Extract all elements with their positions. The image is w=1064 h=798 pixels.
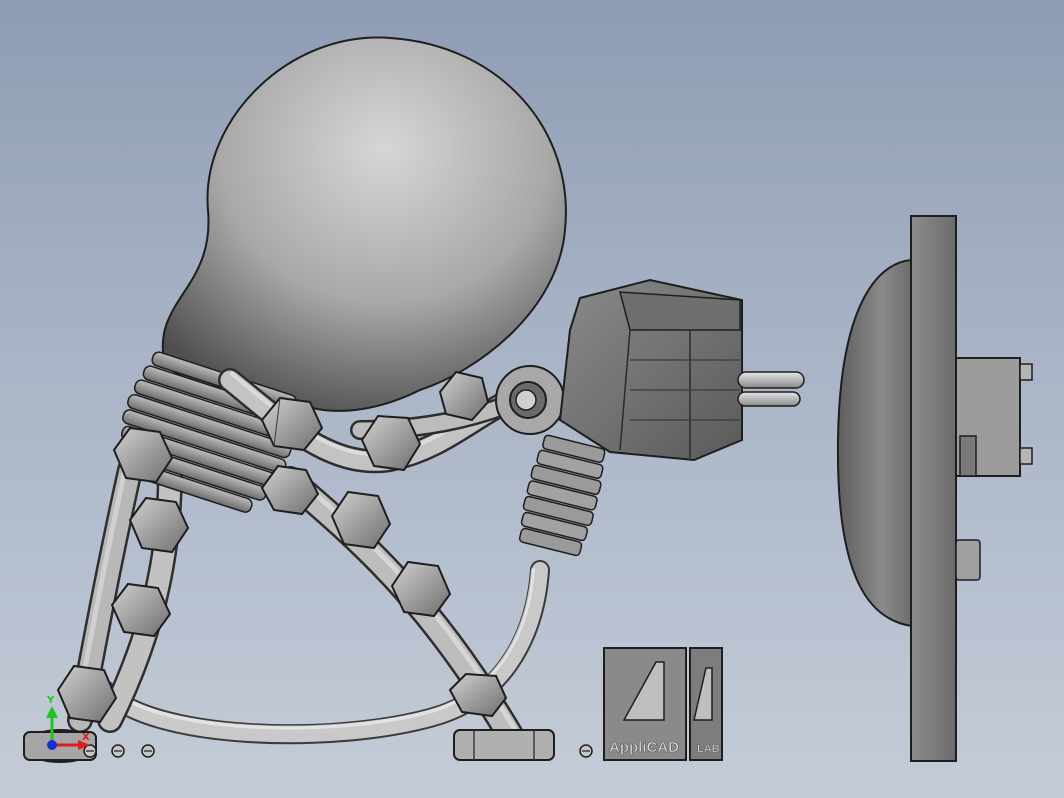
- socket-screw-bottom[interactable]: [1019, 447, 1033, 465]
- logo-text-main: AppliCAD: [609, 739, 679, 756]
- plug-body[interactable]: [558, 278, 743, 462]
- plug-pin-upper[interactable]: [737, 371, 805, 389]
- logo-text-side: LAB: [697, 743, 720, 755]
- foot-right[interactable]: [453, 729, 555, 761]
- x-axis-label: X: [82, 732, 90, 743]
- socket-back-box[interactable]: [955, 357, 1021, 477]
- cad-viewport[interactable]: AppliCAD LAB Y X: [0, 0, 1064, 798]
- plug-pin-lower[interactable]: [737, 391, 801, 407]
- applicad-logo-block[interactable]: AppliCAD LAB: [603, 647, 723, 761]
- screw-small-3[interactable]: [141, 744, 155, 758]
- screw-small-2[interactable]: [111, 744, 125, 758]
- wall-plate-tab[interactable]: [955, 539, 981, 581]
- model-scene[interactable]: AppliCAD LAB Y X: [0, 0, 1064, 798]
- hand-ring[interactable]: [495, 365, 565, 435]
- wall-plate[interactable]: [910, 215, 957, 762]
- plug-strain-relief[interactable]: [515, 434, 610, 558]
- socket-screw-top[interactable]: [1019, 363, 1033, 381]
- socket-dome[interactable]: [836, 258, 913, 628]
- screw-small-4[interactable]: [579, 744, 593, 758]
- bulb-glass[interactable]: [161, 36, 567, 412]
- z-axis-dot: [47, 740, 57, 750]
- y-axis-label: Y: [46, 695, 55, 706]
- screw-small-1[interactable]: [83, 744, 97, 758]
